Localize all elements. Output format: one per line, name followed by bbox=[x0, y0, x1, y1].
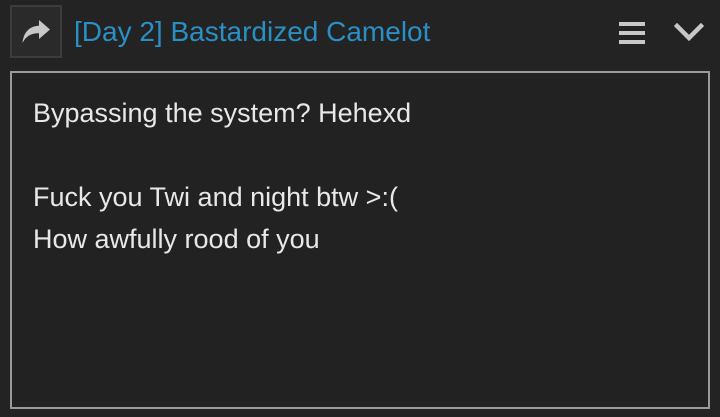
share-button[interactable] bbox=[10, 5, 62, 58]
chevron-down-icon bbox=[674, 23, 704, 42]
thread-title[interactable]: [Day 2] Bastardized Camelot bbox=[74, 12, 430, 52]
hamburger-menu-icon bbox=[619, 22, 645, 44]
share-arrow-icon bbox=[22, 19, 50, 43]
post-line-1: Bypassing the system? Hehexd bbox=[33, 98, 412, 128]
post-line-4: How awfully rood of you bbox=[33, 224, 320, 254]
post-line-3: Fuck you Twi and night btw >:( bbox=[33, 182, 398, 212]
menu-button[interactable] bbox=[614, 14, 650, 52]
collapse-button[interactable] bbox=[670, 14, 708, 52]
post-content-box: Bypassing the system? Hehexd Fuck you Tw… bbox=[10, 71, 710, 409]
